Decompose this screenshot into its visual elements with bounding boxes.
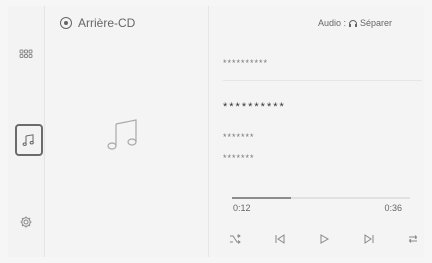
total-time: 0:36 [384,203,402,213]
progress-bar[interactable] [232,197,410,199]
music-note-icon [107,119,137,150]
track-info-panel: Audio : Séparer ********** ********** **… [209,6,424,257]
source-selector[interactable]: Arrière-CD [60,16,135,30]
previous-track-icon [275,234,284,244]
play-icon [320,234,330,244]
album-name: ******* [223,153,255,163]
source-panel: Arrière-CD [44,6,208,257]
music-note-icon [22,134,34,146]
disc-icon [60,17,72,29]
grid-icon [19,49,33,58]
next-button[interactable] [363,233,375,245]
repeat-button[interactable] [407,233,419,245]
sidebar-media-button[interactable] [15,124,43,156]
sidebar-settings-button[interactable] [14,210,38,234]
audio-prefix: Audio : [317,18,346,28]
gear-icon [20,216,32,228]
info-divider [223,80,422,81]
shuffle-icon [230,234,241,244]
elapsed-time: 0:12 [233,203,251,213]
previous-button[interactable] [274,233,286,245]
shuffle-button[interactable] [229,233,241,245]
next-track-icon [364,234,373,244]
sidebar [8,6,45,257]
album-name-top: ********** [223,58,269,68]
headphones-icon [348,20,357,27]
sidebar-apps-button[interactable] [14,44,38,68]
album-art-placeholder [104,114,144,154]
media-screen: Arrière-CD Audio : Séparer ********** **… [0,0,432,263]
audio-mode[interactable]: Audio : Séparer [318,18,392,28]
audio-mode-label: Séparer [359,18,392,28]
play-button[interactable] [318,233,330,245]
repeat-icon [408,235,418,243]
track-title: ********** [223,101,286,113]
source-label: Arrière-CD [78,16,136,30]
artist-name: ******* [223,132,255,142]
progress-fill [232,197,291,199]
playback-controls [229,231,419,247]
